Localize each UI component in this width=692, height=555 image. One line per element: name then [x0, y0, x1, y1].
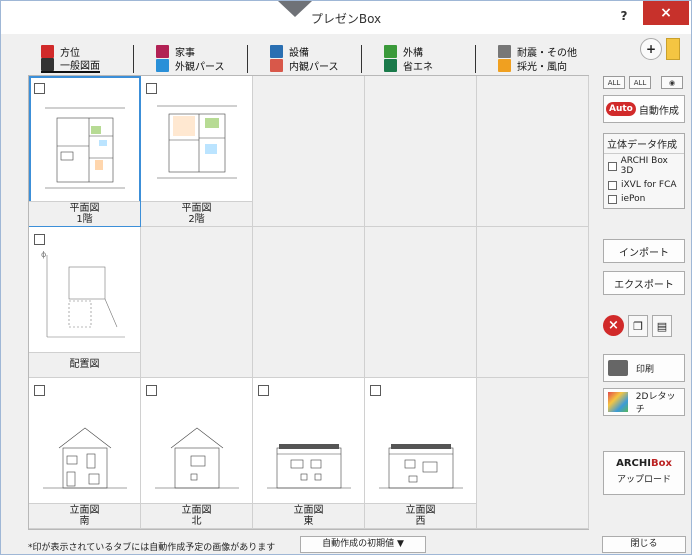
- seismic-icon: [498, 44, 511, 58]
- exterior-perspective-icon: [156, 58, 169, 72]
- tab-label: 一般図面: [60, 60, 100, 72]
- title-bar: プレゼンBox ? ×: [1, 1, 691, 34]
- thumbnail-checkbox[interactable]: [258, 385, 269, 396]
- option-checkbox[interactable]: [608, 194, 617, 204]
- preview-eye-icon[interactable]: ◉: [661, 76, 683, 89]
- window-title: プレゼンBox: [310, 12, 382, 26]
- thumbnail-checkbox[interactable]: [146, 385, 157, 396]
- empty-slot: [253, 227, 365, 378]
- thumbnail-checkbox[interactable]: [146, 83, 157, 94]
- upload-label: アップロード: [616, 475, 671, 485]
- thumbnail-caption: 平面図 1階: [29, 201, 140, 226]
- auto-create-button[interactable]: Auto 自動作成: [603, 95, 685, 123]
- auto-create-label: 自動作成: [638, 105, 679, 117]
- interior-perspective-icon: [270, 58, 283, 72]
- tab-label: 採光・風向: [517, 61, 567, 73]
- close-window-button[interactable]: ×: [643, 1, 689, 25]
- auto-create-defaults-dropdown[interactable]: 自動作成の初期値 ▼: [300, 536, 426, 553]
- thumbnail-elevation-west[interactable]: 立面図 西: [365, 378, 477, 529]
- solid-data-header: 立体データ作成: [604, 134, 684, 154]
- floorplan-2f-image: [157, 105, 237, 179]
- printer-icon: [608, 360, 628, 376]
- elevation-east-image: [267, 444, 351, 489]
- compass-icon: [41, 44, 54, 58]
- file-action-row: × ❐ ▤: [603, 315, 687, 337]
- zoom-button[interactable]: +: [640, 38, 662, 60]
- thumbnail-checkbox[interactable]: [34, 83, 45, 94]
- solid-option-archibox3d[interactable]: ARCHI Box 3D: [604, 154, 684, 178]
- thumbnail-caption: 立面図 東: [253, 503, 364, 528]
- empty-slot: [253, 76, 365, 227]
- category-tabs: 方位 家事 設備 外構 耐震・その他 一般図面 外観パース 内観パース 省エネ …: [29, 37, 599, 73]
- paste-icon[interactable]: ▤: [652, 315, 672, 337]
- svg-text:ϕ: ϕ: [41, 250, 46, 259]
- 2d-retouch-button[interactable]: 2Dレタッチ: [603, 388, 685, 416]
- empty-slot: [365, 76, 477, 227]
- thumbnail-grid: 平面図 1階 平面図 2階 ϕ 配置図 立面図 南 立面図 北 立面図 東 立面…: [28, 75, 589, 530]
- thumbnail-elevation-north[interactable]: 立面図 北: [141, 378, 253, 529]
- housework-icon: [156, 44, 169, 58]
- presen-box-window: プレゼンBox ? × 方位 家事 設備 外構 耐震・その他 一般図面 外観パー…: [0, 0, 692, 555]
- empty-slot: [477, 227, 589, 378]
- option-checkbox[interactable]: [608, 161, 617, 171]
- auto-create-note: *印が表示されているタブには自動作成予定の画像があります: [28, 543, 276, 553]
- thumbnail-checkbox[interactable]: [370, 385, 381, 396]
- help-button[interactable]: ?: [609, 5, 639, 27]
- archibox-logo: ARCHIBox: [616, 458, 672, 469]
- import-button[interactable]: インポート: [603, 239, 685, 263]
- deselect-all-button[interactable]: ALL: [629, 76, 651, 89]
- tab-energy-saving[interactable]: 省エネ: [384, 57, 433, 73]
- thumbnail-caption: 立面図 北: [141, 503, 252, 528]
- thumbnail-floorplan-1f[interactable]: 平面図 1階: [29, 76, 141, 227]
- solid-data-group: 立体データ作成 ARCHI Box 3D iXVL for FCA iePon: [603, 133, 685, 209]
- site-plan-image: ϕ: [41, 250, 125, 338]
- select-all-row: ALL ALL ◉: [603, 76, 685, 90]
- thumbnail-caption: 配置図: [29, 352, 140, 377]
- select-all-button[interactable]: ALL: [603, 76, 625, 89]
- equipment-icon: [270, 44, 283, 58]
- tab-label: 外観パース: [175, 61, 225, 73]
- elevation-south-image: [43, 427, 127, 489]
- empty-slot: [477, 76, 589, 227]
- tab-label: 省エネ: [403, 61, 433, 73]
- thumbnail-elevation-east[interactable]: 立面図 東: [253, 378, 365, 529]
- thumbnail-caption: 立面図 南: [29, 503, 140, 528]
- empty-slot: [365, 227, 477, 378]
- empty-slot: [477, 378, 589, 529]
- thumbnail-floorplan-2f[interactable]: 平面図 2階: [141, 76, 253, 227]
- exterior-icon: [384, 44, 397, 58]
- upload-button[interactable]: ARCHIBox アップロード: [603, 451, 685, 495]
- tab-sunlight-wind[interactable]: 採光・風向: [498, 57, 567, 73]
- thumbnail-checkbox[interactable]: [34, 385, 45, 396]
- tab-general-drawings[interactable]: 一般図面: [41, 57, 100, 73]
- floorplan-1f-image: [45, 107, 125, 189]
- thumbnail-caption: 立面図 西: [365, 503, 476, 528]
- tab-interior-perspective[interactable]: 内観パース: [270, 57, 339, 73]
- delete-icon[interactable]: ×: [603, 315, 624, 336]
- copy-icon[interactable]: ❐: [628, 315, 648, 337]
- energy-saving-icon: [384, 58, 397, 72]
- thumbnail-site-plan[interactable]: ϕ 配置図: [29, 227, 141, 378]
- drawing-icon: [41, 57, 54, 71]
- solid-option-iepon[interactable]: iePon: [604, 192, 684, 206]
- export-button[interactable]: エクスポート: [603, 271, 685, 295]
- sunlight-icon: [498, 58, 511, 72]
- option-checkbox[interactable]: [608, 180, 617, 190]
- close-button[interactable]: 閉じる: [602, 536, 686, 553]
- tab-exterior-perspective[interactable]: 外観パース: [156, 57, 225, 73]
- folder-icon[interactable]: [666, 38, 680, 60]
- print-button[interactable]: 印刷: [603, 354, 685, 382]
- elevation-north-image: [155, 427, 239, 489]
- elevation-west-image: [379, 444, 463, 489]
- retouch-icon: [608, 392, 628, 412]
- side-panel: ALL ALL ◉ Auto 自動作成 立体データ作成 ARCHI Box 3D…: [595, 73, 691, 533]
- empty-slot: [141, 227, 253, 378]
- thumbnail-elevation-south[interactable]: 立面図 南: [29, 378, 141, 529]
- tab-label: 内観パース: [289, 61, 339, 73]
- solid-option-ixvl[interactable]: iXVL for FCA: [604, 178, 684, 192]
- thumbnail-caption: 平面図 2階: [141, 201, 252, 226]
- auto-badge: Auto: [606, 102, 636, 116]
- thumbnail-checkbox[interactable]: [34, 234, 45, 245]
- bottom-bar: *印が表示されているタブには自動作成予定の画像があります 自動作成の初期値 ▼ …: [28, 536, 690, 554]
